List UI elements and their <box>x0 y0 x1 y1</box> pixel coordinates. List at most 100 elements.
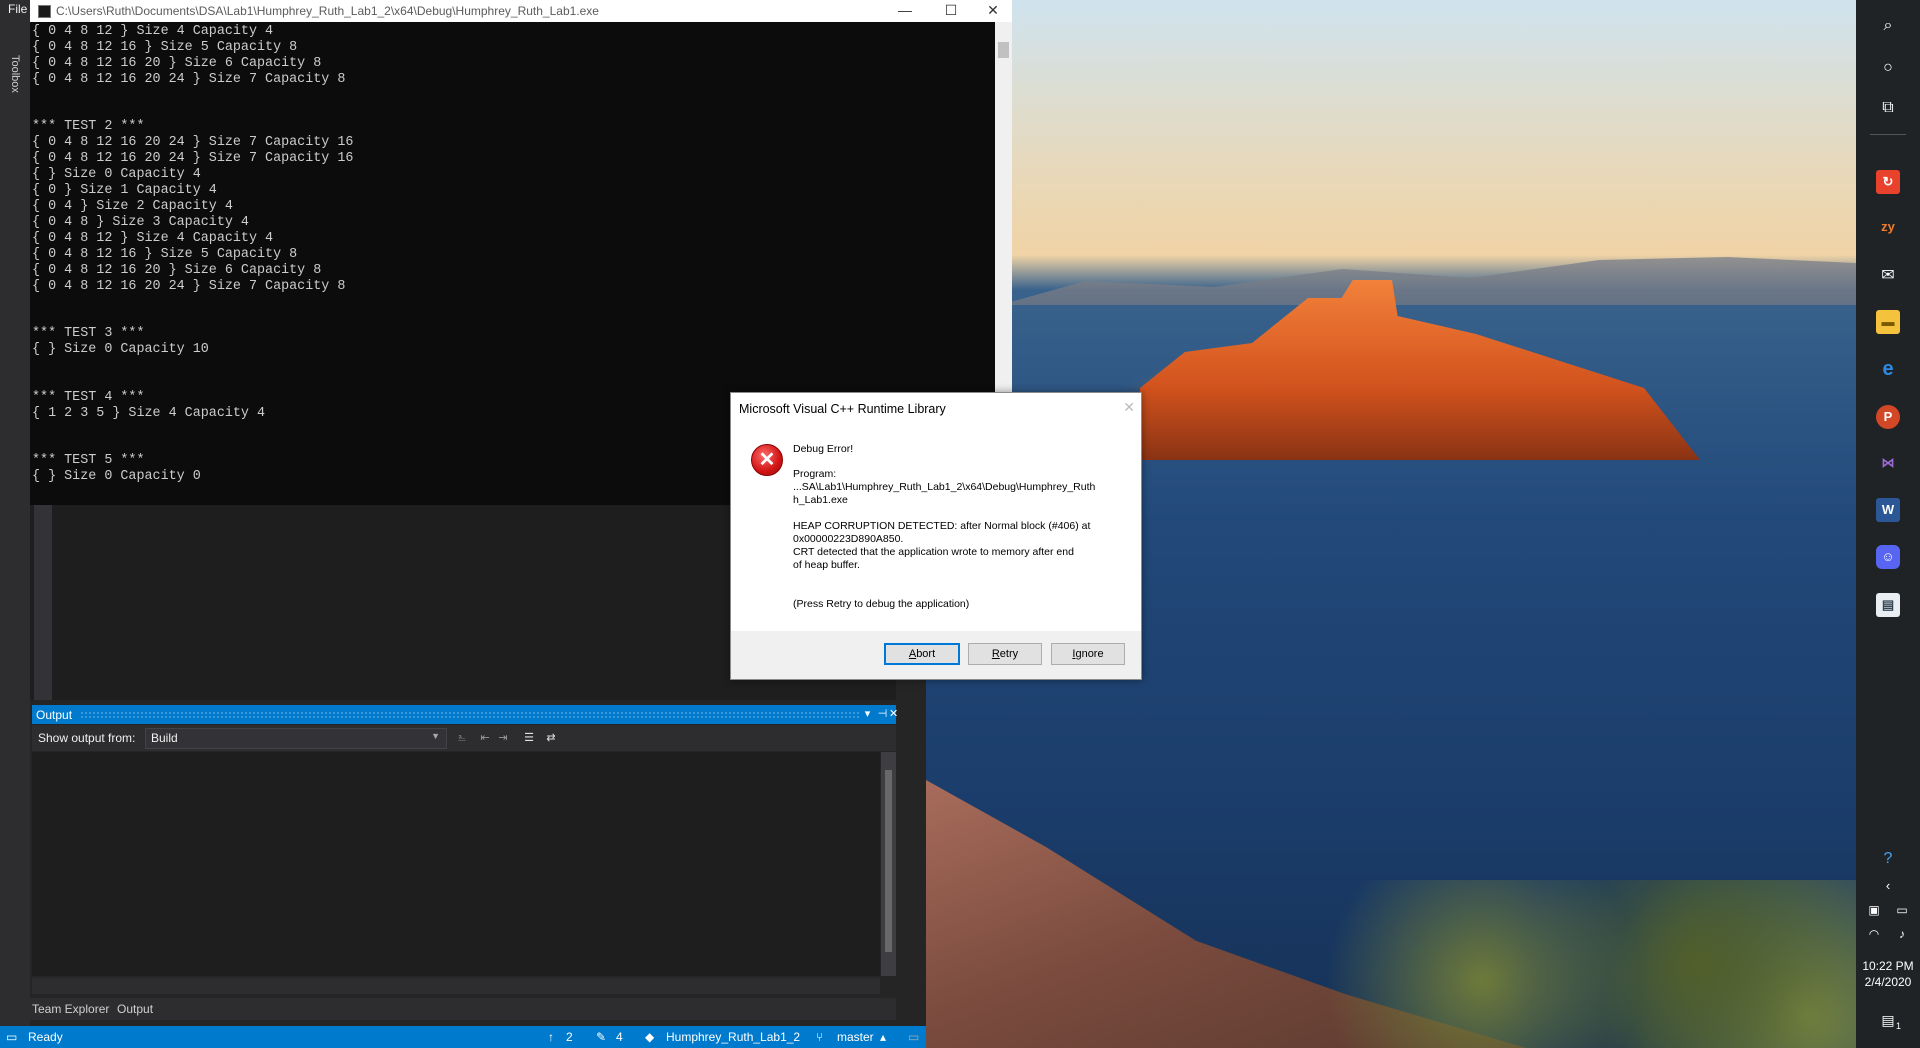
message-line1: HEAP CORRUPTION DETECTED: after Normal b… <box>793 520 1091 532</box>
output-text-area[interactable] <box>32 752 880 976</box>
output-source-select[interactable]: Build ▼ <box>145 728 447 749</box>
clear-all-icon[interactable]: ☰ <box>522 731 536 745</box>
repo-icon[interactable]: ◆ <box>645 1030 654 1044</box>
console-app-icon <box>38 5 51 18</box>
chevron-up-icon[interactable]: ▴ <box>880 1030 886 1044</box>
mail-icon[interactable]: ✉ <box>1876 264 1900 288</box>
program-label: Program: <box>793 468 837 480</box>
push-count[interactable]: 2 <box>566 1030 573 1044</box>
taskbar-separator <box>1870 134 1906 135</box>
maximize-button[interactable]: ☐ <box>928 0 974 22</box>
ignore-button[interactable]: Ignore <box>1051 643 1125 665</box>
branch-icon[interactable]: ⑂ <box>816 1030 823 1044</box>
snagit-icon[interactable]: ↻ <box>1876 170 1900 194</box>
pin-icon[interactable]: ⊣ <box>875 706 890 723</box>
notification-icon[interactable]: ▭ <box>908 1030 919 1044</box>
taskbar: ⌕ ○ ⧉ ↻ zy ✉ ▬ e P ⋈ W ☺ ▤ ? ‹ ▣ ▭ ◠ ♪ 1… <box>1856 0 1920 1048</box>
file-explorer-icon[interactable]: ▬ <box>1876 310 1900 334</box>
console-line: { 0 4 8 12 16 20 24 } Size 7 Capacity 8 <box>32 71 346 87</box>
file-menu[interactable]: File <box>8 2 27 16</box>
volume-icon[interactable]: ♪ <box>1890 922 1914 946</box>
close-button[interactable]: ✕ <box>974 0 1012 22</box>
console-line: { 0 4 8 12 16 } Size 5 Capacity 8 <box>32 246 298 262</box>
toolbox-tab[interactable]: Toolbox <box>9 55 21 93</box>
console-line: { 0 4 8 12 16 } Size 5 Capacity 8 <box>32 39 298 55</box>
output-horizontal-scrollbar[interactable] <box>32 978 880 994</box>
close-icon[interactable]: ✕ <box>889 706 898 723</box>
changes-count[interactable]: 4 <box>616 1030 623 1044</box>
pencil-icon[interactable]: ✎ <box>596 1030 606 1044</box>
show-output-label: Show output from: <box>38 731 136 745</box>
app-icon[interactable]: ▤ <box>1876 593 1900 617</box>
console-line: *** TEST 3 *** <box>32 326 145 342</box>
repo-name[interactable]: Humphrey_Ruth_Lab1_2 <box>666 1030 800 1044</box>
window-position-icon[interactable]: ▾ <box>860 706 875 723</box>
scroll-thumb[interactable] <box>998 42 1009 58</box>
console-line: { 0 } Size 1 Capacity 4 <box>32 183 217 199</box>
dialog-title: Microsoft Visual C++ Runtime Library <box>739 402 946 416</box>
output-toolbar: Show output from: Build ▼ ⎁ ⇤ ⇥ ☰ ⇄ <box>32 725 896 751</box>
console-line: { 0 4 8 12 16 20 } Size 6 Capacity 8 <box>32 262 322 278</box>
console-titlebar[interactable]: C:\Users\Ruth\Documents\DSA\Lab1\Humphre… <box>30 0 1012 22</box>
output-pane: Output ▾ ⊣ ✕ Show output from: Build ▼ ⎁… <box>32 705 898 998</box>
wifi-icon[interactable]: ◠ <box>1862 922 1886 946</box>
program-path-line2: h_Lab1.exe <box>793 494 848 506</box>
clock-date: 2/4/2020 <box>1864 975 1912 989</box>
vs-left-toolstrip <box>0 0 30 1030</box>
console-line: { 0 4 8 12 } Size 4 Capacity 4 <box>32 24 274 39</box>
message-line3: CRT detected that the application wrote … <box>793 546 1074 558</box>
cortana-icon[interactable]: ○ <box>1876 56 1900 80</box>
console-line: { 0 4 8 12 16 20 } Size 6 Capacity 8 <box>32 55 322 71</box>
visual-studio-icon[interactable]: ⋈ <box>1876 451 1900 475</box>
titlebar-grip <box>80 711 860 718</box>
abort-button[interactable]: Abort <box>884 643 960 665</box>
battery-icon[interactable]: ▭ <box>1890 898 1914 922</box>
edge-icon[interactable]: e <box>1876 357 1900 381</box>
console-line: { 0 4 8 12 16 20 24 } Size 7 Capacity 8 <box>32 278 346 294</box>
word-wrap-icon[interactable]: ⇄ <box>544 731 558 745</box>
console-line: { 0 4 8 12 16 20 24 } Size 7 Capacity 16 <box>32 151 354 167</box>
task-view-icon[interactable]: ⧉ <box>1876 96 1900 120</box>
editor-margin <box>34 505 52 700</box>
help-icon[interactable]: ? <box>1876 847 1900 871</box>
tab-team-explorer[interactable]: Team Explorer <box>32 1002 109 1016</box>
powerpoint-icon[interactable]: P <box>1876 405 1900 429</box>
dialog-heading: Debug Error! <box>793 443 854 455</box>
chevron-left-icon[interactable]: ‹ <box>1876 874 1900 898</box>
search-icon[interactable]: ⌕ <box>1876 14 1900 38</box>
minimize-button[interactable]: — <box>882 0 928 22</box>
bottom-tab-strip: Team Explorer Output <box>30 998 896 1020</box>
close-icon[interactable]: ✕ <box>1123 399 1135 416</box>
tab-output[interactable]: Output <box>117 1002 153 1016</box>
output-vertical-scrollbar[interactable] <box>881 752 896 976</box>
console-line: { 0 4 8 12 } Size 4 Capacity 4 <box>32 230 274 246</box>
output-source-value: Build <box>151 731 178 745</box>
prev-message-icon[interactable]: ⇤ <box>478 731 492 745</box>
system-clock[interactable]: 10:22 PM 2/4/2020 <box>1856 958 1920 990</box>
status-icon: ▭ <box>6 1030 18 1044</box>
console-line: { 0 4 } Size 2 Capacity 4 <box>32 198 233 214</box>
retry-button[interactable]: Retry <box>968 643 1042 665</box>
push-icon[interactable]: ↑ <box>548 1030 554 1044</box>
zybooks-icon[interactable]: zy <box>1876 215 1900 239</box>
find-message-icon[interactable]: ⎁ <box>455 731 469 745</box>
message-line4: of heap buffer. <box>793 559 860 571</box>
message-line2: 0x00000223D890A850. <box>793 533 904 545</box>
console-line: { } Size 0 Capacity 10 <box>32 342 209 358</box>
word-icon[interactable]: W <box>1876 498 1900 522</box>
console-line: { 0 4 8 12 16 20 24 } Size 7 Capacity 16 <box>32 135 354 151</box>
next-message-icon[interactable]: ⇥ <box>496 731 510 745</box>
console-title: C:\Users\Ruth\Documents\DSA\Lab1\Humphre… <box>56 4 599 18</box>
discord-icon[interactable]: ☺ <box>1876 545 1900 569</box>
clock-time: 10:22 PM <box>1862 959 1914 973</box>
scroll-thumb[interactable] <box>885 770 892 952</box>
status-ready: Ready <box>28 1030 63 1044</box>
program-path-line1: ...SA\Lab1\Humphrey_Ruth_Lab1_2\x64\Debu… <box>793 481 1096 493</box>
branch-name[interactable]: master <box>837 1030 874 1044</box>
tray-icon[interactable]: ▣ <box>1862 898 1886 922</box>
output-titlebar[interactable]: Output ▾ ⊣ ✕ <box>32 705 898 724</box>
